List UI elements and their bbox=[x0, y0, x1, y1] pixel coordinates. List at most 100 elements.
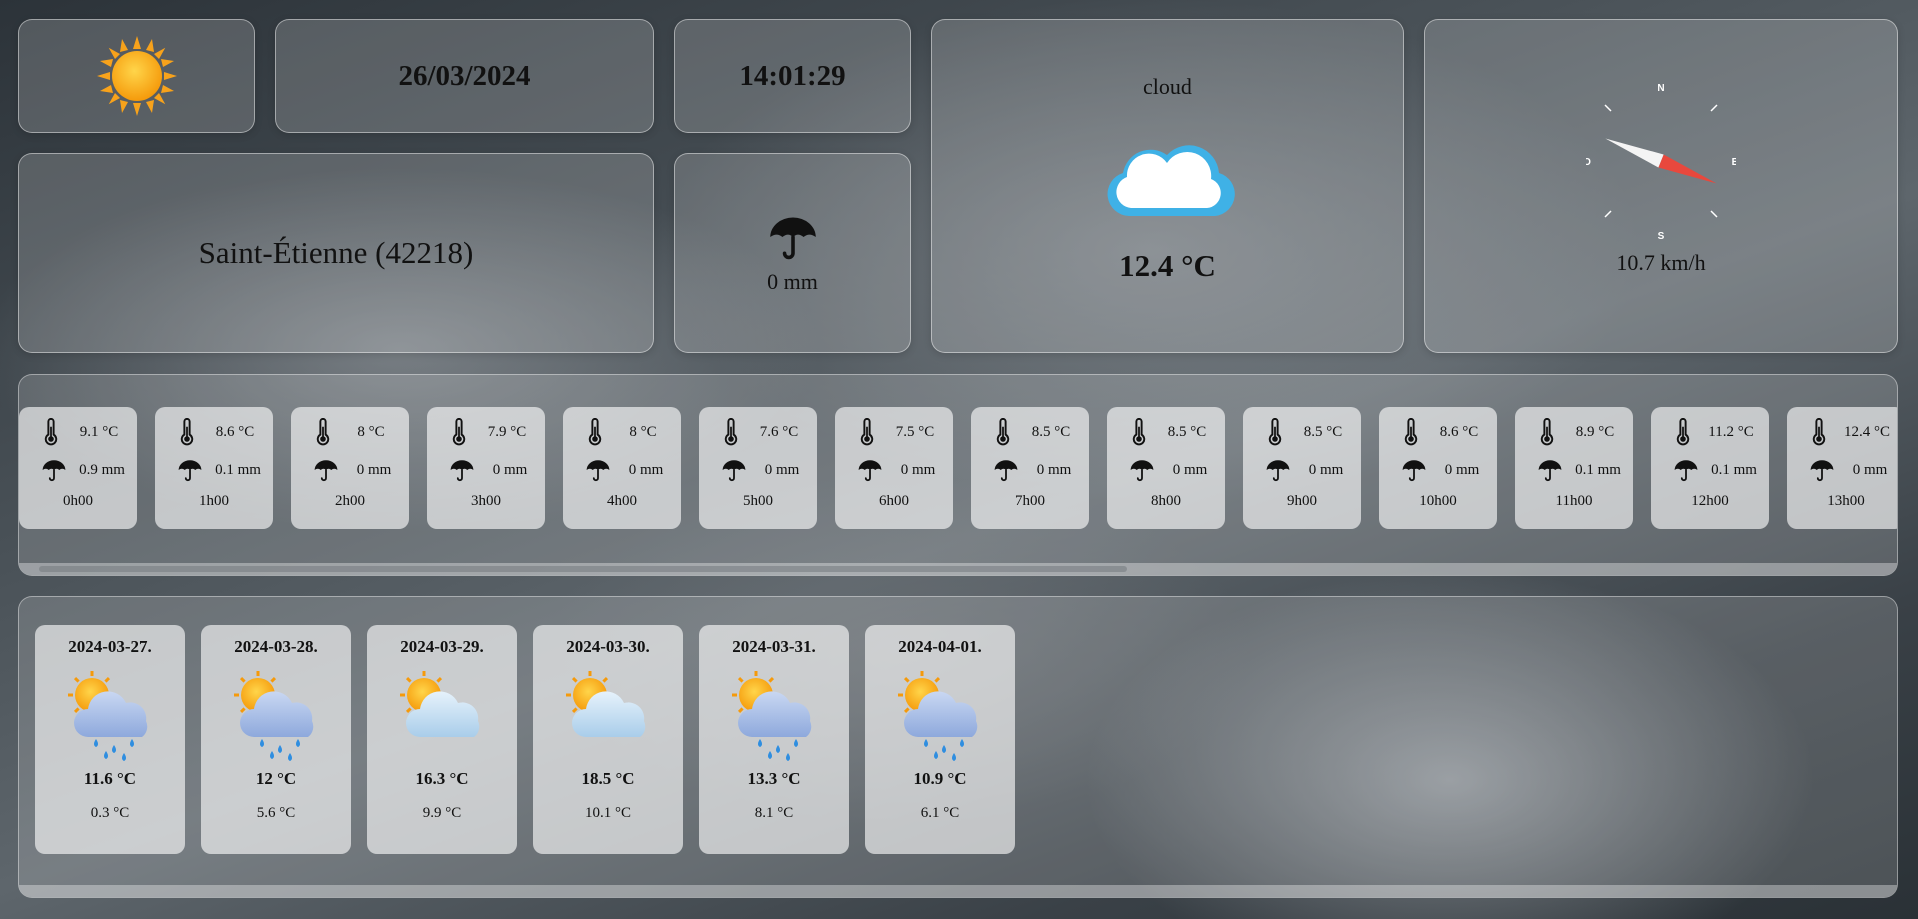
thermometer-icon bbox=[1265, 418, 1285, 446]
hourly-time: 12h00 bbox=[1691, 493, 1729, 509]
hourly-temperature: 8.9 °C bbox=[1575, 423, 1615, 440]
city-name: Saint-Étienne (42218) bbox=[198, 235, 474, 270]
hourly-rain: 0 mm bbox=[356, 461, 392, 478]
thermometer-icon bbox=[585, 418, 605, 446]
daily-min-temperature: 0.3 °C bbox=[90, 805, 130, 821]
hourly-temperature: 11.2 °C bbox=[1708, 423, 1754, 440]
hourly-forecast-panel[interactable]: 9.1 °C 0.9 mm 0h00 8.6 °C 0.1 mm 1h00 8 °C 0 mm… bbox=[18, 374, 1898, 576]
hourly-temperature: 8.6 °C bbox=[215, 423, 255, 440]
thermometer-icon bbox=[993, 418, 1013, 446]
hourly-rain: 0.1 mm bbox=[1711, 461, 1757, 478]
hourly-time: 9h00 bbox=[1287, 493, 1317, 509]
daily-card: 2024-03-27. 11.6 °C 0.3 °C bbox=[35, 625, 185, 854]
daily-card: 2024-03-29. 16.3 °C 9.9 °C bbox=[367, 625, 517, 854]
daily-card: 2024-03-31. 13.3 °C 8.1 °C bbox=[699, 625, 849, 854]
hourly-card: 8 °C 0 mm 4h00 bbox=[563, 407, 681, 529]
hourly-time: 4h00 bbox=[607, 493, 637, 509]
hourly-scrollbar-thumb[interactable] bbox=[39, 566, 1127, 572]
hourly-rain: 0 mm bbox=[900, 461, 936, 478]
sun-icon bbox=[96, 36, 177, 116]
hourly-rain: 0.1 mm bbox=[215, 461, 261, 478]
hourly-time: 10h00 bbox=[1419, 493, 1457, 509]
daily-weather-icon bbox=[726, 667, 822, 761]
daily-card: 2024-03-30. 18.5 °C 10.1 °C bbox=[533, 625, 683, 854]
hourly-rain: 0 mm bbox=[1036, 461, 1072, 478]
hourly-time: 3h00 bbox=[471, 493, 501, 509]
hourly-time: 0h00 bbox=[63, 493, 93, 509]
hourly-temperature: 8.5 °C bbox=[1303, 423, 1343, 440]
daily-forecast-panel[interactable]: 2024-03-27. 11.6 °C 0.3 °C 2024-03-28. 12 °C… bbox=[18, 596, 1898, 898]
daily-date: 2024-03-30. bbox=[566, 637, 650, 656]
sun-cloud-rain-icon bbox=[68, 671, 148, 761]
thermometer-icon bbox=[1129, 418, 1149, 446]
hourly-time: 6h00 bbox=[879, 493, 909, 509]
cloud-icon bbox=[1107, 145, 1235, 216]
hourly-card: 8.6 °C 0.1 mm 1h00 bbox=[155, 407, 273, 529]
hourly-card: 8.6 °C 0 mm 10h00 bbox=[1379, 407, 1497, 529]
hourly-card: 7.9 °C 0 mm 3h00 bbox=[427, 407, 545, 529]
hourly-temperature: 8.6 °C bbox=[1439, 423, 1479, 440]
hourly-track: 9.1 °C 0.9 mm 0h00 8.6 °C 0.1 mm 1h00 8 °C 0 mm… bbox=[19, 407, 1897, 532]
daily-scrollbar[interactable] bbox=[19, 885, 1897, 897]
thermometer-icon bbox=[857, 418, 877, 446]
hourly-time: 7h00 bbox=[1015, 493, 1045, 509]
hourly-scrollbar[interactable] bbox=[19, 563, 1897, 575]
compass-south-label: S bbox=[1658, 231, 1665, 242]
daily-max-temperature: 12 °C bbox=[255, 769, 297, 788]
daily-card: 2024-04-01. 10.9 °C 6.1 °C bbox=[865, 625, 1015, 854]
hourly-temperature: 8.5 °C bbox=[1167, 423, 1207, 440]
daily-date: 2024-03-29. bbox=[400, 637, 484, 656]
daily-track: 2024-03-27. 11.6 °C 0.3 °C 2024-03-28. 12 °C… bbox=[35, 625, 1031, 854]
hourly-temperature: 8.5 °C bbox=[1031, 423, 1071, 440]
hourly-card: 7.6 °C 0 mm 5h00 bbox=[699, 407, 817, 529]
hourly-time: 8h00 bbox=[1151, 493, 1181, 509]
daily-date: 2024-03-31. bbox=[732, 637, 816, 656]
thermometer-icon bbox=[41, 418, 61, 446]
hourly-card: 11.2 °C 0.1 mm 12h00 bbox=[1651, 407, 1769, 529]
umbrella-icon bbox=[1673, 457, 1699, 483]
daily-card: 2024-03-28. 12 °C 5.6 °C bbox=[201, 625, 351, 854]
date-card: 26/03/2024 bbox=[275, 19, 654, 133]
hourly-card: 9.1 °C 0.9 mm 0h00 bbox=[19, 407, 137, 529]
rain-amount: 0 mm bbox=[767, 269, 818, 294]
thermometer-icon bbox=[721, 418, 741, 446]
thermometer-icon bbox=[1537, 418, 1557, 446]
hourly-temperature: 12.4 °C bbox=[1843, 423, 1890, 440]
hourly-rain: 0 mm bbox=[764, 461, 800, 478]
hourly-time: 13h00 bbox=[1827, 493, 1865, 509]
hourly-temperature: 7.5 °C bbox=[895, 423, 935, 440]
umbrella-icon bbox=[313, 457, 339, 483]
sun-card bbox=[18, 19, 255, 133]
daily-weather-icon bbox=[62, 667, 158, 761]
daily-min-temperature: 6.1 °C bbox=[920, 805, 960, 821]
hourly-rain: 0 mm bbox=[628, 461, 664, 478]
umbrella-icon bbox=[857, 457, 883, 483]
umbrella-icon bbox=[1265, 457, 1291, 483]
umbrella-icon bbox=[767, 211, 819, 263]
hourly-card: 12.4 °C 0 mm 13h00 bbox=[1787, 407, 1897, 529]
daily-date: 2024-03-28. bbox=[234, 637, 318, 656]
hourly-rain: 0 mm bbox=[492, 461, 528, 478]
umbrella-icon bbox=[721, 457, 747, 483]
daily-min-temperature: 10.1 °C bbox=[584, 805, 631, 821]
compass-west-label: O bbox=[1586, 157, 1591, 168]
current-date: 26/03/2024 bbox=[398, 59, 531, 92]
hourly-card: 8 °C 0 mm 2h00 bbox=[291, 407, 409, 529]
daily-date: 2024-03-27. bbox=[68, 637, 152, 656]
hourly-card: 8.5 °C 0 mm 9h00 bbox=[1243, 407, 1361, 529]
sun-cloud-icon bbox=[566, 671, 646, 737]
hourly-rain: 0 mm bbox=[1852, 461, 1888, 478]
daily-max-temperature: 10.9 °C bbox=[913, 769, 967, 788]
condition-label: cloud bbox=[1143, 74, 1192, 99]
daily-max-temperature: 11.6 °C bbox=[83, 769, 137, 788]
thermometer-icon bbox=[1401, 418, 1421, 446]
hourly-rain: 0 mm bbox=[1172, 461, 1208, 478]
wind-card: N S E O 10.7 km/h bbox=[1424, 19, 1898, 353]
hourly-time: 5h00 bbox=[743, 493, 773, 509]
hourly-card: 7.5 °C 0 mm 6h00 bbox=[835, 407, 953, 529]
thermometer-icon bbox=[177, 418, 197, 446]
wind-direction-needle bbox=[1605, 138, 1717, 184]
compass-north-label: N bbox=[1657, 83, 1664, 94]
time-card: 14:01:29 bbox=[674, 19, 911, 133]
rain-card: 0 mm bbox=[674, 153, 911, 353]
